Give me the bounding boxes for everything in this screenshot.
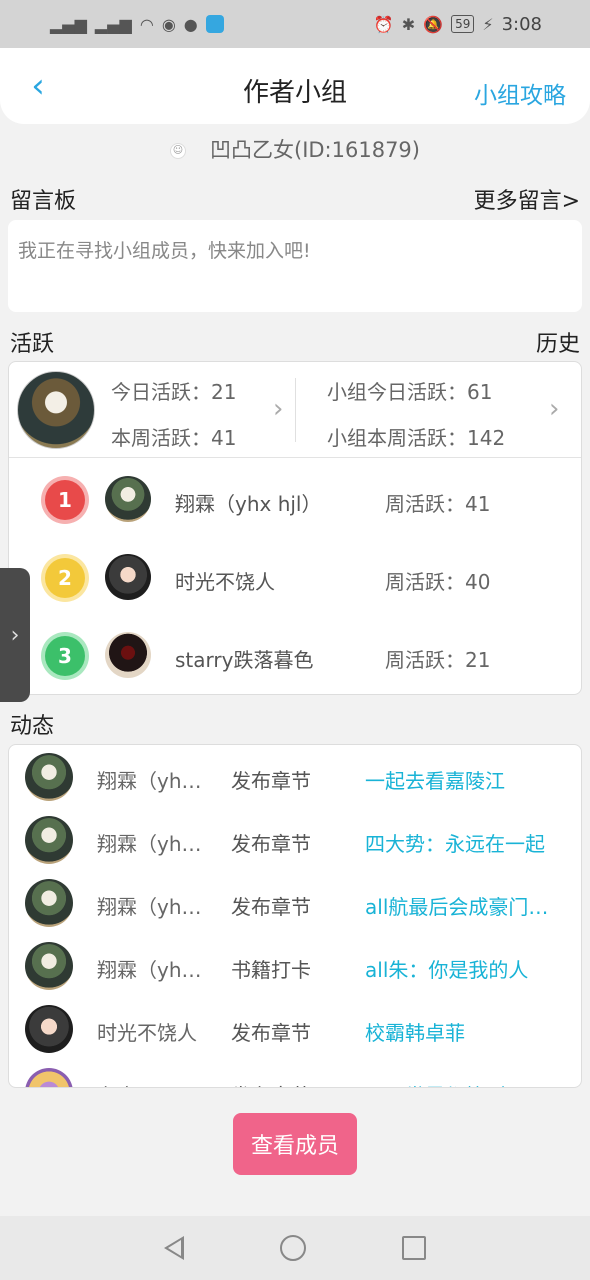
medal-bronze-icon: 3 — [45, 636, 85, 676]
active-summary: 今日活跃：21 本周活跃：41 › 小组今日活跃：61 小组本周活跃：142 › — [9, 362, 581, 458]
message-board-title: 留言板 — [10, 189, 77, 214]
feed-action: 发布章节 — [231, 1080, 311, 1087]
nav-recent-icon[interactable] — [402, 1236, 426, 1260]
system-nav-bar — [0, 1216, 590, 1280]
feed-target-link[interactable]: 校霸韩卓菲 — [365, 1017, 555, 1046]
medal-gold-icon: 1 — [45, 480, 85, 520]
status-time: 3:08 — [501, 13, 542, 35]
feed-target-link[interactable]: all航最后会成豪门少爷 — [365, 891, 555, 920]
eye-icon: ◉ — [161, 14, 176, 34]
chevron-right-icon[interactable]: › — [273, 394, 283, 424]
feed-action: 发布章节 — [231, 895, 311, 919]
active-title: 活跃 — [10, 332, 55, 357]
bluetooth-icon: ✱ — [401, 14, 416, 34]
owner-label: 凹凸乙女(ID:161879) — [210, 138, 420, 162]
feed-item[interactable]: 翔霖（yhx hjl） 发布章节 all航最后会成豪门少爷 — [9, 871, 581, 934]
feed-title: 动态 — [10, 714, 55, 739]
feed-target-link[interactable]: 四大势：永远在一起 — [365, 828, 555, 857]
feed-list[interactable]: 翔霖（yhx hjl） 发布章节 一起去看嘉陵江 翔霖（yhx hjl） 发布章… — [8, 744, 582, 1088]
mute-icon: 🔕 — [423, 14, 444, 34]
feed-action: 发布章节 — [231, 832, 311, 856]
feed-action: 发布章节 — [231, 769, 311, 793]
nav-back-icon[interactable] — [164, 1236, 184, 1260]
signal-2-icon: ▂▄▆ — [94, 14, 132, 34]
feed-item[interactable]: 翔霖（yhx hjl） 发布章节 四大势：永远在一起 — [9, 808, 581, 871]
group-today-active: 小组今日活跃：61 — [327, 380, 493, 404]
feed-item[interactable]: 老童 发布章节 明月世界都校（ — [9, 1060, 581, 1087]
group-week-active: 小组本周活跃：142 — [327, 426, 506, 450]
avatar — [25, 816, 73, 864]
battery-icon: 59 — [451, 15, 475, 33]
feed-user: 时光不饶人 — [97, 1021, 197, 1045]
group-owner: ☺ 凹凸乙女(ID:161879) — [0, 134, 590, 164]
feed-user: 老童 — [97, 1080, 207, 1087]
rank-name: 时光不饶人 — [175, 570, 275, 594]
today-active: 今日活跃：21 — [111, 380, 237, 404]
history-link[interactable]: 历史 — [536, 326, 580, 358]
rank-name: starry跌落暮色 — [175, 648, 314, 672]
avatar[interactable] — [17, 371, 95, 449]
divider — [295, 378, 296, 442]
rank-weekly: 周活跃：40 — [385, 570, 491, 594]
signal-icon: ▂▄▆ — [50, 14, 87, 34]
nav-home-icon[interactable] — [280, 1235, 306, 1261]
avatar — [25, 1068, 73, 1087]
status-bar: ▂▄▆ ▂▄▆ ◠ ◉ ● ⏰ ✱ 🔕 59 ⚡ 3:08 — [0, 0, 590, 48]
week-active: 本周活跃：41 — [111, 426, 237, 450]
app-icon — [205, 15, 224, 33]
feed-user: 翔霖（yhx hjl） — [97, 769, 207, 793]
avatar — [25, 942, 73, 990]
feed-action: 发布章节 — [231, 1021, 311, 1045]
alarm-icon: ⏰ — [373, 14, 394, 34]
feed-target-link[interactable]: all朱：你是我的人 — [365, 954, 555, 983]
chevron-right-icon[interactable]: › — [549, 394, 559, 424]
rank-weekly: 周活跃：21 — [385, 648, 491, 672]
avatar — [105, 632, 151, 678]
wechat-icon: ● — [183, 14, 198, 34]
feed-item[interactable]: 翔霖（yhx hjl） 发布章节 一起去看嘉陵江 — [9, 745, 581, 808]
rank-row[interactable]: 2 时光不饶人 周活跃：40 — [9, 540, 581, 618]
header: ‹ 作者小组 小组攻略 — [0, 48, 590, 124]
feed-action: 书籍打卡 — [231, 958, 311, 982]
feed-item[interactable]: 翔霖（yhx hjl） 书籍打卡 all朱：你是我的人 — [9, 934, 581, 997]
feed-item[interactable]: 时光不饶人 发布章节 校霸韩卓菲 — [9, 997, 581, 1060]
rank-row[interactable]: 1 翔霖（yhx hjl） 周活跃：41 — [9, 462, 581, 540]
feed-target-link[interactable]: 一起去看嘉陵江 — [365, 765, 555, 794]
more-messages-link[interactable]: 更多留言> — [474, 183, 580, 215]
charging-icon: ⚡ — [482, 14, 494, 34]
status-right: ⏰ ✱ 🔕 59 ⚡ 3:08 — [374, 14, 542, 35]
chevron-right-icon: › — [10, 622, 20, 648]
avatar — [25, 753, 73, 801]
feed-target-link[interactable]: 明月世界都校（ — [365, 1080, 555, 1087]
avatar — [105, 476, 151, 522]
wifi-icon: ◠ — [139, 14, 154, 34]
avatar — [25, 1005, 73, 1053]
owner-avatar: ☺ — [170, 143, 186, 159]
feed-user: 翔霖（yhx hjl） — [97, 958, 207, 982]
message-board[interactable]: 我正在寻找小组成员，快来加入吧! — [8, 220, 582, 312]
message-board-content: 我正在寻找小组成员，快来加入吧! — [18, 240, 311, 262]
view-members-button[interactable]: 查看成员 — [233, 1113, 357, 1175]
medal-silver-icon: 2 — [45, 558, 85, 598]
feed-user: 翔霖（yhx hjl） — [97, 895, 207, 919]
active-card: 今日活跃：21 本周活跃：41 › 小组今日活跃：61 小组本周活跃：142 ›… — [8, 361, 582, 695]
rank-name: 翔霖（yhx hjl） — [175, 492, 322, 516]
avatar — [105, 554, 151, 600]
avatar — [25, 879, 73, 927]
status-left: ▂▄▆ ▂▄▆ ◠ ◉ ● — [50, 15, 224, 34]
rank-weekly: 周活跃：41 — [385, 492, 491, 516]
group-guide-link[interactable]: 小组攻略 — [474, 76, 566, 110]
rank-row[interactable]: 3 starry跌落暮色 周活跃：21 — [9, 618, 581, 696]
side-drawer-handle[interactable]: › — [0, 568, 30, 702]
feed-user: 翔霖（yhx hjl） — [97, 832, 207, 856]
